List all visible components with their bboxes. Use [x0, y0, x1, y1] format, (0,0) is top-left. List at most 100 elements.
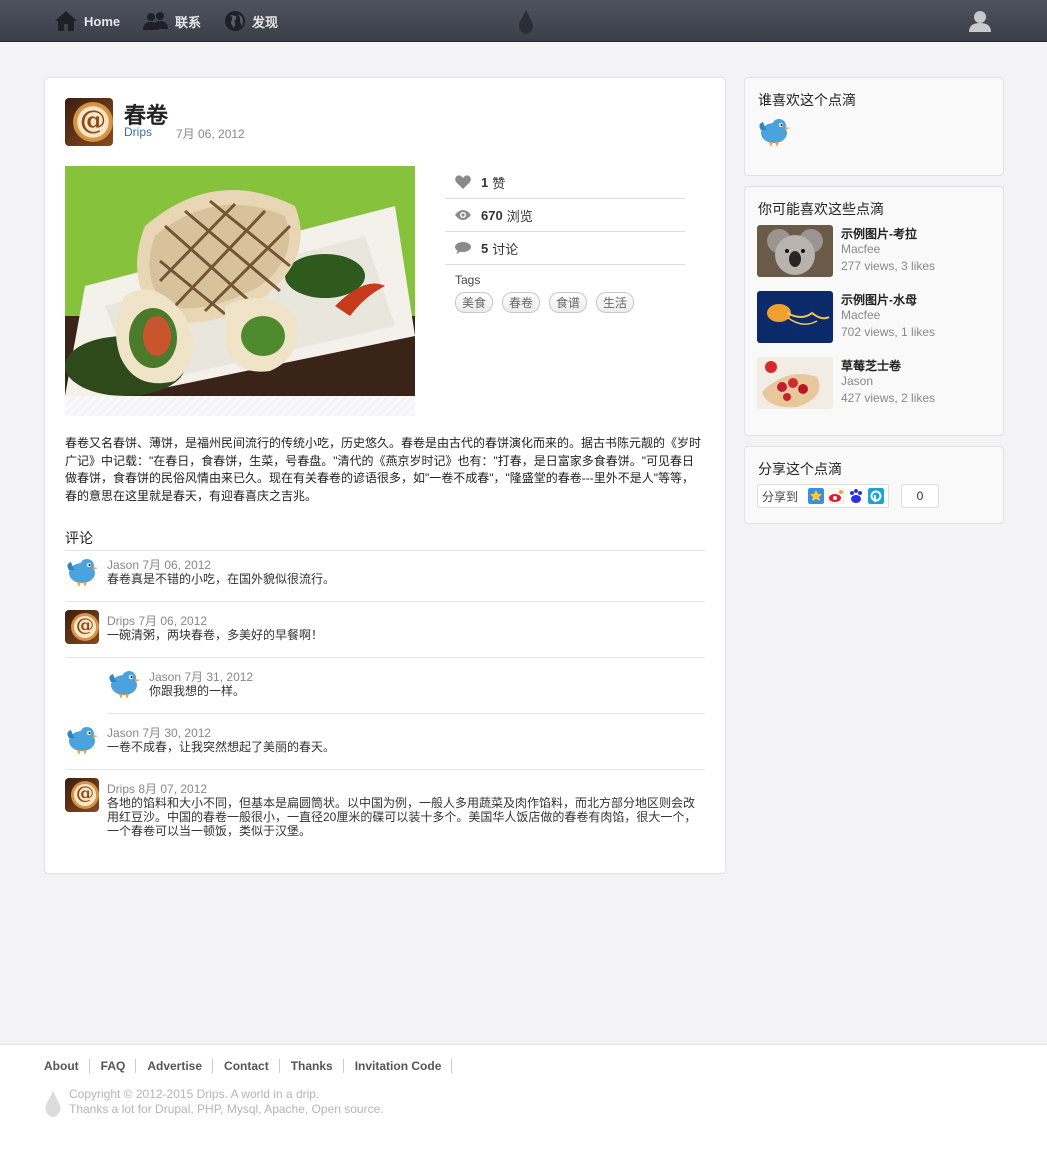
share-title: 分享这个点滴 [758, 461, 842, 477]
copyright-text: Copyright © 2012-2015 Drips. A world in … [69, 1087, 320, 1101]
weibo-share-icon[interactable] [828, 488, 845, 504]
twitter-bird-avatar[interactable] [107, 666, 141, 700]
recommendation-stats: 277 views, 3 likes [841, 259, 936, 273]
at-sign-icon: @ [73, 102, 113, 142]
recommendations-title: 你可能喜欢这些点滴 [758, 201, 884, 217]
drips-avatar[interactable]: @ [65, 610, 99, 644]
who-likes-title: 谁喜欢这个点滴 [758, 92, 856, 108]
comment-item: @ Drips 8月 07, 2012 各地的馅料和大小不同，但基本是扁圆筒状。… [65, 770, 705, 850]
globe-icon [225, 11, 245, 31]
drips-avatar[interactable]: @ [65, 778, 99, 812]
nav-contact-label: 联系 [175, 14, 202, 30]
nav-discover[interactable]: 发现 [224, 0, 278, 42]
post-card: @ 春卷 Drips 7月 06, 2012 1 赞 670 浏览 5 讨论 T… [44, 77, 726, 874]
recommendation-title: 示例图片-考拉 [841, 227, 917, 241]
recommendation-item[interactable]: 示例图片-考拉 Macfee 277 views, 3 likes [757, 225, 997, 277]
comment-date: 8月 07, 2012 [138, 782, 208, 796]
recommendation-author: Macfee [841, 308, 881, 322]
twitter-bird-avatar[interactable] [65, 722, 99, 756]
comment-author[interactable]: Drips [107, 782, 135, 796]
koala-thumbnail [757, 225, 833, 277]
who-likes-panel: 谁喜欢这个点滴 [744, 77, 1004, 176]
recommendation-stats: 702 views, 1 likes [841, 325, 936, 339]
photo-shadow [65, 396, 415, 416]
recommendations-panel: 你可能喜欢这些点滴 示例图片-考拉 Macfee 277 views, 3 li… [744, 186, 1004, 436]
footer-link-faq[interactable]: FAQ [101, 1059, 137, 1073]
likes-label: 赞 [492, 175, 506, 191]
recommendation-item[interactable]: 示例图片-水母 Macfee 702 views, 1 likes [757, 291, 997, 343]
more-share-icon[interactable] [868, 488, 885, 504]
comment-author[interactable]: Jason [149, 670, 181, 684]
post-author-avatar[interactable]: @ [65, 98, 113, 146]
comment-author[interactable]: Jason [107, 726, 139, 740]
comment-author[interactable]: Jason [107, 558, 139, 572]
eye-icon [455, 210, 471, 220]
tag-list: 美食 春卷 食谱 生活 [455, 292, 635, 313]
tags-label: Tags [455, 273, 481, 287]
tag-spring-roll[interactable]: 春卷 [502, 292, 541, 313]
twitter-bird-avatar[interactable] [65, 554, 99, 588]
comment-meta: Jason 7月 30, 2012 [107, 724, 211, 741]
likes-count: 1 [481, 174, 489, 190]
twitter-bird-avatar[interactable] [757, 114, 791, 148]
post-author-link[interactable]: Drips [124, 125, 152, 139]
home-icon [55, 11, 77, 31]
people-icon [143, 12, 168, 30]
spring-roll-photo [65, 166, 415, 396]
tag-food[interactable]: 美食 [455, 292, 494, 313]
views-label: 浏览 [506, 208, 533, 224]
nav-home-label: Home [84, 13, 121, 29]
comment-item: Jason 7月 06, 2012 春卷真是不错的小吃，在国外貌似很流行。 [65, 546, 705, 602]
comment-text: 一卷不成春，让我突然想起了美丽的春天。 [107, 740, 336, 754]
footer: About FAQ Advertise Contact Thanks Invit… [0, 1044, 1047, 1157]
comment-date: 7月 06, 2012 [142, 558, 212, 572]
comment-text: 一碗清粥，两块春卷，多美好的早餐啊！ [107, 628, 324, 642]
comment-item: @ Drips 7月 06, 2012 一碗清粥，两块春卷，多美好的早餐啊！ [65, 602, 705, 658]
comment-author[interactable]: Drips [107, 614, 135, 628]
footer-link-thanks[interactable]: Thanks [291, 1059, 344, 1073]
comment-reply: Jason 7月 31, 2012 你跟我想的一样。 [107, 658, 705, 714]
tag-recipe[interactable]: 食谱 [549, 292, 588, 313]
qzone-share-icon[interactable] [808, 488, 825, 504]
drip-logo-icon [519, 10, 533, 34]
footer-links: About FAQ Advertise Contact Thanks Invit… [44, 1059, 463, 1073]
top-nav-bar: Home 联系 发现 [0, 0, 1047, 42]
share-panel: 分享这个点滴 分享到 0 [744, 446, 1004, 524]
recommendation-author: Macfee [841, 242, 881, 256]
comment-text: 春卷真是不错的小吃，在国外貌似很流行。 [107, 572, 336, 586]
footer-link-advertise[interactable]: Advertise [147, 1059, 214, 1073]
post-photo[interactable] [65, 166, 415, 396]
tag-life[interactable]: 生活 [596, 292, 635, 313]
footer-link-invitation-code[interactable]: Invitation Code [355, 1059, 453, 1073]
drip-logo-icon [45, 1091, 61, 1117]
at-sign-icon: @ [71, 613, 99, 641]
nav-discover-label: 发现 [252, 14, 279, 30]
comment-meta: Jason 7月 31, 2012 [149, 668, 253, 685]
share-count: 0 [901, 484, 939, 508]
footer-link-contact[interactable]: Contact [224, 1059, 280, 1073]
thanks-text: Thanks a lot for Drupal, PHP, Mysql, Apa… [69, 1102, 384, 1116]
views-stat: 670 浏览 [445, 199, 685, 232]
comment-date: 7月 06, 2012 [138, 614, 208, 628]
nav-contact[interactable]: 联系 [143, 0, 201, 42]
post-body: 春卷又名春饼、薄饼，是福州民间流行的传统小吃，历史悠久。春卷是由古代的春饼演化而… [65, 436, 702, 503]
baidu-share-icon[interactable] [848, 488, 864, 504]
nav-home[interactable]: Home [54, 0, 120, 42]
likes-stat[interactable]: 1 赞 [445, 166, 685, 199]
user-icon[interactable] [968, 9, 992, 33]
comment-meta: Drips 8月 07, 2012 [107, 780, 207, 797]
comment-date: 7月 30, 2012 [142, 726, 212, 740]
discuss-count: 5 [481, 240, 489, 256]
recommendation-title: 草莓芝士卷 [841, 359, 902, 373]
discuss-stat[interactable]: 5 讨论 [445, 232, 685, 265]
footer-link-about[interactable]: About [44, 1059, 90, 1073]
recommendation-author: Jason [841, 374, 874, 388]
jellyfish-thumbnail [757, 291, 833, 343]
comment-text: 各地的馅料和大小不同，但基本是扁圆筒状。以中国为例，一般人多用蔬菜及肉作馅料，而… [107, 796, 697, 838]
share-label: 分享到 [762, 489, 799, 504]
heart-icon [455, 175, 471, 189]
strawberry-crepe-thumbnail [757, 357, 833, 409]
comment-meta: Drips 7月 06, 2012 [107, 612, 207, 629]
recommendation-item[interactable]: 草莓芝士卷 Jason 427 views, 2 likes [757, 357, 997, 409]
speech-bubble-icon [455, 242, 471, 254]
